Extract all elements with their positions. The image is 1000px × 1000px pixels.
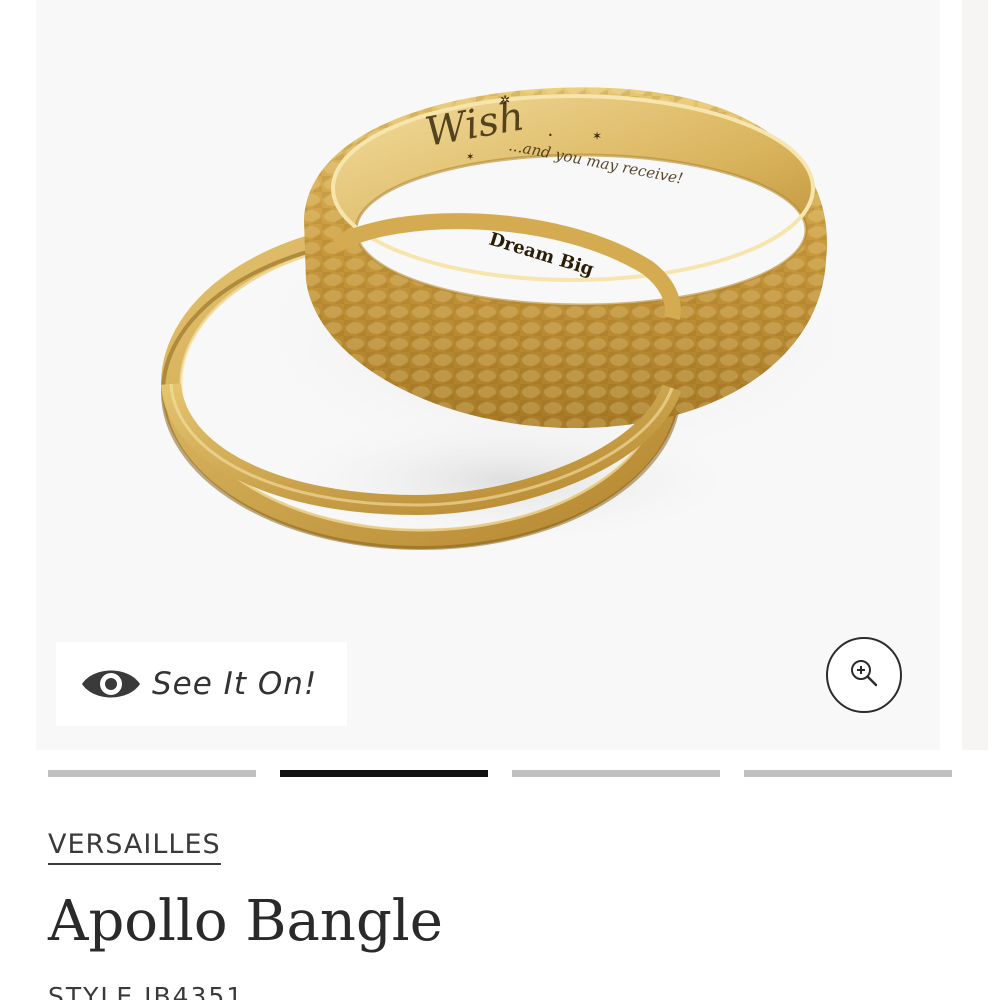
slide-indicators — [48, 770, 952, 778]
see-it-on-button[interactable]: See It On! — [56, 642, 347, 726]
product-page: Wish ...and you may receive! Dream Big ✲… — [0, 0, 1000, 1000]
svg-text:•: • — [548, 131, 553, 140]
slide-indicator-4[interactable] — [744, 770, 952, 777]
slide-indicator-2[interactable] — [280, 770, 488, 777]
product-image: Wish ...and you may receive! Dream Big ✲… — [161, 87, 886, 550]
product-image-gallery[interactable]: Wish ...and you may receive! Dream Big ✲… — [36, 0, 940, 750]
style-number: STYLE JB4351 — [48, 982, 245, 1000]
next-slide-preview[interactable] — [962, 0, 988, 750]
zoom-in-icon — [848, 657, 880, 693]
zoom-button[interactable] — [826, 637, 902, 713]
collection-link[interactable]: VERSAILLES — [48, 828, 221, 865]
slide-indicator-1[interactable] — [48, 770, 256, 777]
svg-text:✶: ✶ — [592, 129, 602, 143]
eye-icon — [80, 664, 142, 704]
svg-text:✲: ✲ — [500, 93, 510, 107]
svg-text:✶: ✶ — [466, 152, 474, 163]
slide-indicator-3[interactable] — [512, 770, 720, 777]
product-title: Apollo Bangle — [48, 889, 443, 954]
see-it-on-label: See It On! — [152, 666, 318, 702]
